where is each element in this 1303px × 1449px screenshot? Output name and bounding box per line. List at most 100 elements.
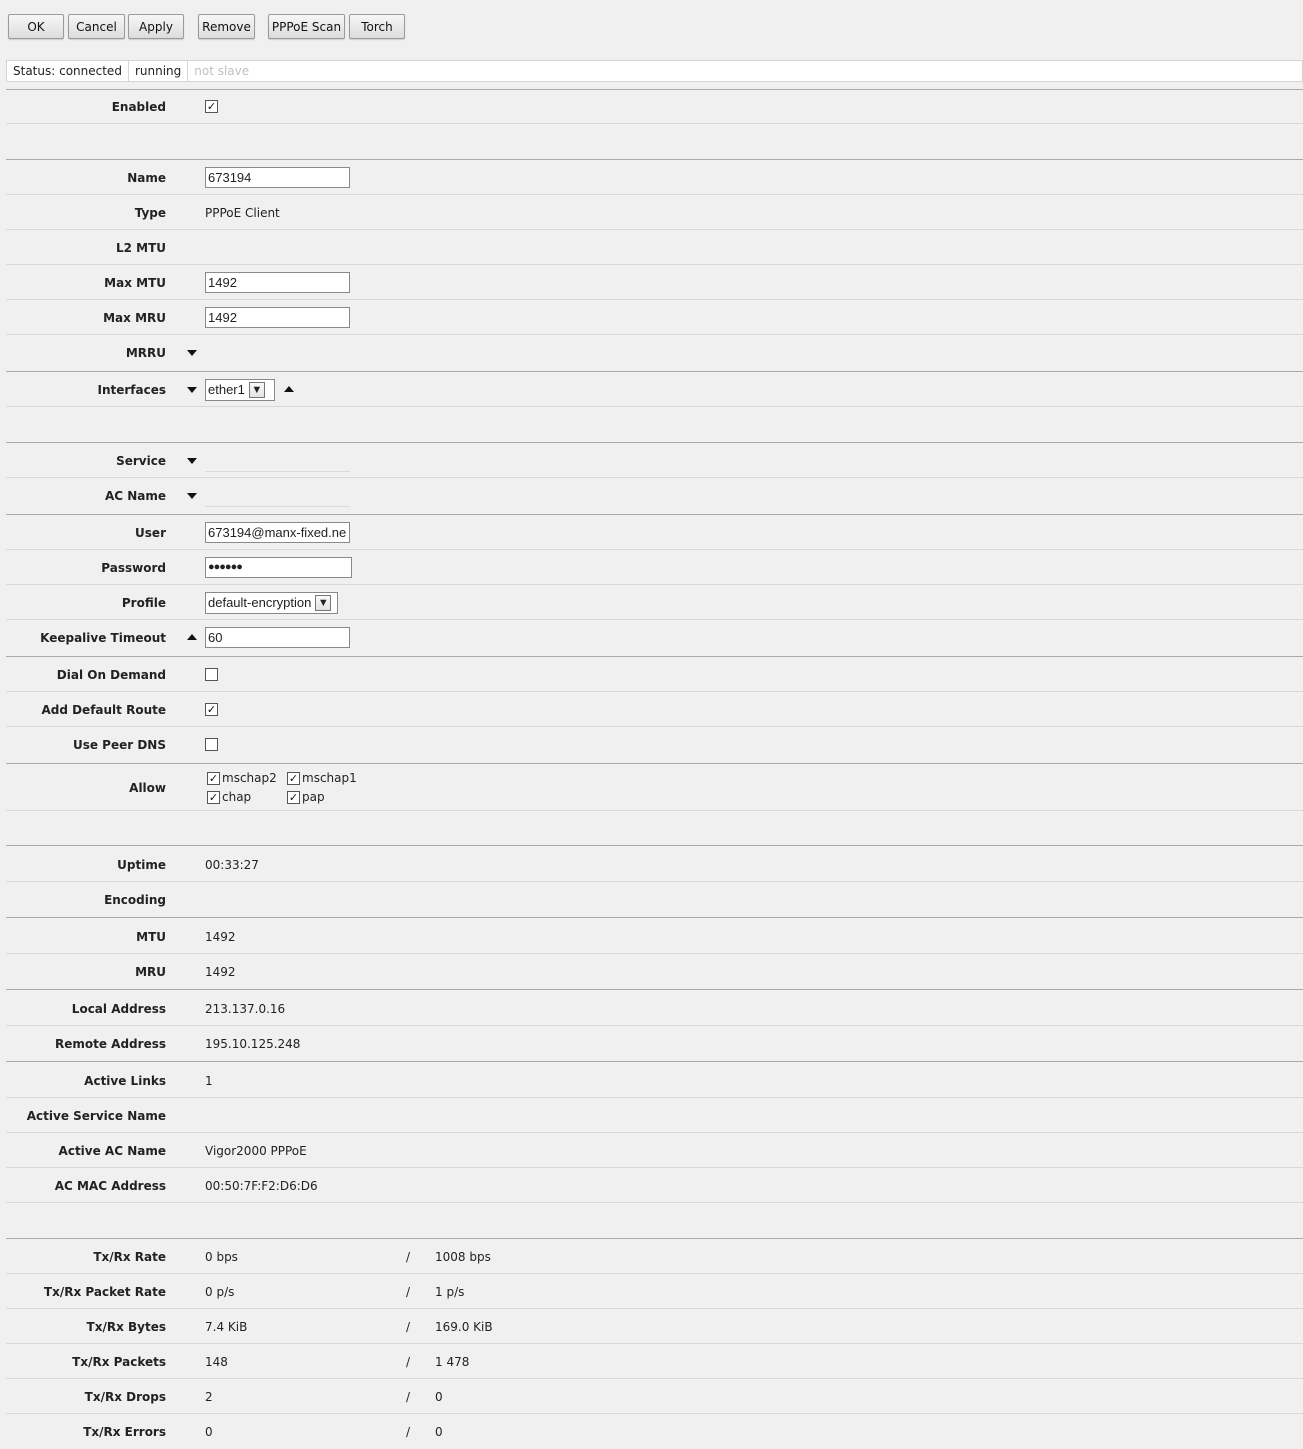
stats-slash: / bbox=[406, 1425, 411, 1439]
use-peer-dns-checkbox[interactable] bbox=[205, 738, 218, 751]
ac-name-empty-field bbox=[205, 506, 350, 507]
max-mtu-input[interactable]: 1492 bbox=[205, 271, 350, 293]
collapse-up-icon[interactable] bbox=[187, 634, 197, 640]
stats-label: Tx/Rx Drops bbox=[84, 1389, 166, 1404]
stats-row: Tx/Rx Rate 0 bps / 1008 bps bbox=[6, 1240, 1303, 1274]
separator bbox=[6, 159, 1303, 160]
mtu-label: MTU bbox=[136, 929, 166, 944]
active-ac-name-row: Active AC Name Vigor2000 PPPoE bbox=[6, 1134, 1303, 1168]
name-input[interactable]: 673194 bbox=[205, 166, 350, 188]
password-input[interactable]: ●●●●●● bbox=[205, 556, 352, 578]
stats-tx: 0 bbox=[205, 1425, 213, 1439]
allow-chap-label: chap bbox=[222, 790, 252, 804]
status-bar: Status: connected running not slave bbox=[6, 60, 1303, 82]
allow-mschap2[interactable]: ✓ mschap2 bbox=[207, 771, 277, 785]
stats-rx: 0 bbox=[435, 1389, 443, 1404]
dial-on-demand-checkbox[interactable] bbox=[205, 667, 218, 681]
collapse-up-icon[interactable] bbox=[284, 385, 294, 392]
checkbox[interactable]: ✓ bbox=[287, 790, 300, 804]
allow-pap[interactable]: ✓ pap bbox=[287, 790, 325, 804]
stats-tx: 148 bbox=[205, 1354, 228, 1369]
separator bbox=[6, 442, 1303, 443]
enabled-checkbox[interactable]: ✓ bbox=[205, 99, 218, 113]
dial-on-demand-label: Dial On Demand bbox=[56, 667, 166, 682]
status-connected: Status: connected bbox=[7, 61, 129, 81]
ok-button[interactable]: OK bbox=[8, 14, 64, 39]
password-row: Password ●●●●●● bbox=[6, 551, 1303, 585]
stats-rx: 1008 bps bbox=[435, 1249, 491, 1264]
interfaces-value: ether1 bbox=[208, 382, 245, 397]
stats-row: Tx/Rx Packet Rate 0 p/s / 1 p/s bbox=[6, 1275, 1303, 1309]
allow-label: Allow bbox=[129, 780, 166, 795]
max-mru-label: Max MRU bbox=[103, 310, 166, 325]
local-address-value: 213.137.0.16 bbox=[205, 1001, 286, 1016]
chevron-down-icon[interactable]: ▼ bbox=[248, 381, 265, 398]
toolbar: OK Cancel Apply Remove PPPoE Scan Torch bbox=[0, 0, 1303, 50]
stats-tx: 2 bbox=[205, 1389, 213, 1404]
max-mtu-label: Max MTU bbox=[104, 275, 166, 290]
mrru-row: MRRU bbox=[6, 336, 1303, 370]
keepalive-input[interactable]: 60 bbox=[205, 627, 350, 648]
separator bbox=[6, 1238, 1303, 1239]
user-row: User 673194@manx-fixed.ne bbox=[6, 516, 1303, 550]
stats-tx: 0 bps bbox=[205, 1249, 238, 1264]
checkbox[interactable]: ✓ bbox=[287, 771, 300, 785]
name-label: Name bbox=[127, 170, 166, 185]
stats-row: Tx/Rx Errors 0 / 0 bbox=[6, 1415, 1303, 1449]
cancel-button[interactable]: Cancel bbox=[68, 14, 125, 39]
add-default-route-checkbox[interactable]: ✓ bbox=[205, 702, 218, 716]
checkbox[interactable]: ✓ bbox=[207, 771, 220, 785]
expand-down-icon[interactable] bbox=[187, 350, 197, 356]
profile-select[interactable]: default-encryption ▼ bbox=[205, 591, 338, 614]
allow-pap-label: pap bbox=[302, 790, 325, 804]
profile-row: Profile default-encryption ▼ bbox=[6, 586, 1303, 620]
allow-mschap2-label: mschap2 bbox=[222, 771, 277, 785]
remove-button[interactable]: Remove bbox=[198, 14, 255, 39]
apply-button[interactable]: Apply bbox=[128, 14, 184, 39]
uptime-label: Uptime bbox=[117, 857, 166, 872]
service-label: Service bbox=[116, 453, 166, 468]
expand-down-icon[interactable] bbox=[187, 386, 197, 393]
user-input[interactable]: 673194@manx-fixed.ne bbox=[205, 521, 350, 543]
dial-on-demand-row: Dial On Demand bbox=[6, 658, 1303, 692]
stats-rx: 1 p/s bbox=[435, 1284, 465, 1299]
stats-label: Tx/Rx Packets bbox=[72, 1354, 166, 1369]
stats-label: Tx/Rx Errors bbox=[83, 1425, 166, 1439]
remote-address-label: Remote Address bbox=[55, 1037, 166, 1051]
chevron-down-icon[interactable]: ▼ bbox=[315, 594, 332, 611]
interfaces-select[interactable]: ether1 ▼ bbox=[205, 378, 275, 401]
stats-row: Tx/Rx Drops 2 / 0 bbox=[6, 1380, 1303, 1414]
remote-address-value: 195.10.125.248 bbox=[205, 1037, 301, 1051]
type-value: PPPoE Client bbox=[205, 205, 280, 220]
active-links-label: Active Links bbox=[84, 1073, 166, 1088]
remote-address-row: Remote Address 195.10.125.248 bbox=[6, 1027, 1303, 1061]
expand-down-icon[interactable] bbox=[187, 457, 197, 464]
pppoe-scan-button[interactable]: PPPoE Scan bbox=[268, 14, 345, 39]
stats-rx: 1 478 bbox=[435, 1354, 470, 1369]
local-address-row: Local Address 213.137.0.16 bbox=[6, 992, 1303, 1026]
allow-mschap1[interactable]: ✓ mschap1 bbox=[287, 771, 357, 785]
separator bbox=[6, 763, 1303, 764]
separator bbox=[6, 989, 1303, 990]
max-mtu-row: Max MTU 1492 bbox=[6, 266, 1303, 300]
keepalive-row: Keepalive Timeout 60 bbox=[6, 621, 1303, 655]
status-running: running bbox=[129, 61, 189, 81]
profile-value: default-encryption bbox=[208, 595, 312, 610]
stats-rx: 169.0 KiB bbox=[435, 1319, 493, 1334]
torch-button[interactable]: Torch bbox=[349, 14, 405, 39]
mrru-label: MRRU bbox=[125, 346, 166, 360]
stats-label: Tx/Rx Bytes bbox=[86, 1319, 166, 1334]
stats-slash: / bbox=[406, 1249, 411, 1264]
max-mru-input[interactable]: 1492 bbox=[205, 306, 350, 328]
type-row: Type PPPoE Client bbox=[6, 196, 1303, 230]
l2mtu-label: L2 MTU bbox=[115, 240, 166, 255]
allow-row: Allow ✓ mschap2 ✓ mschap1 ✓ chap ✓ pap bbox=[6, 765, 1303, 811]
checkbox[interactable]: ✓ bbox=[207, 790, 220, 804]
l2mtu-row: L2 MTU bbox=[6, 231, 1303, 265]
separator bbox=[6, 514, 1303, 515]
ac-name-row: AC Name bbox=[6, 479, 1303, 513]
separator bbox=[6, 371, 1303, 372]
ac-mac-address-label: AC MAC Address bbox=[54, 1178, 166, 1193]
expand-down-icon[interactable] bbox=[187, 493, 197, 499]
allow-chap[interactable]: ✓ chap bbox=[207, 790, 251, 804]
